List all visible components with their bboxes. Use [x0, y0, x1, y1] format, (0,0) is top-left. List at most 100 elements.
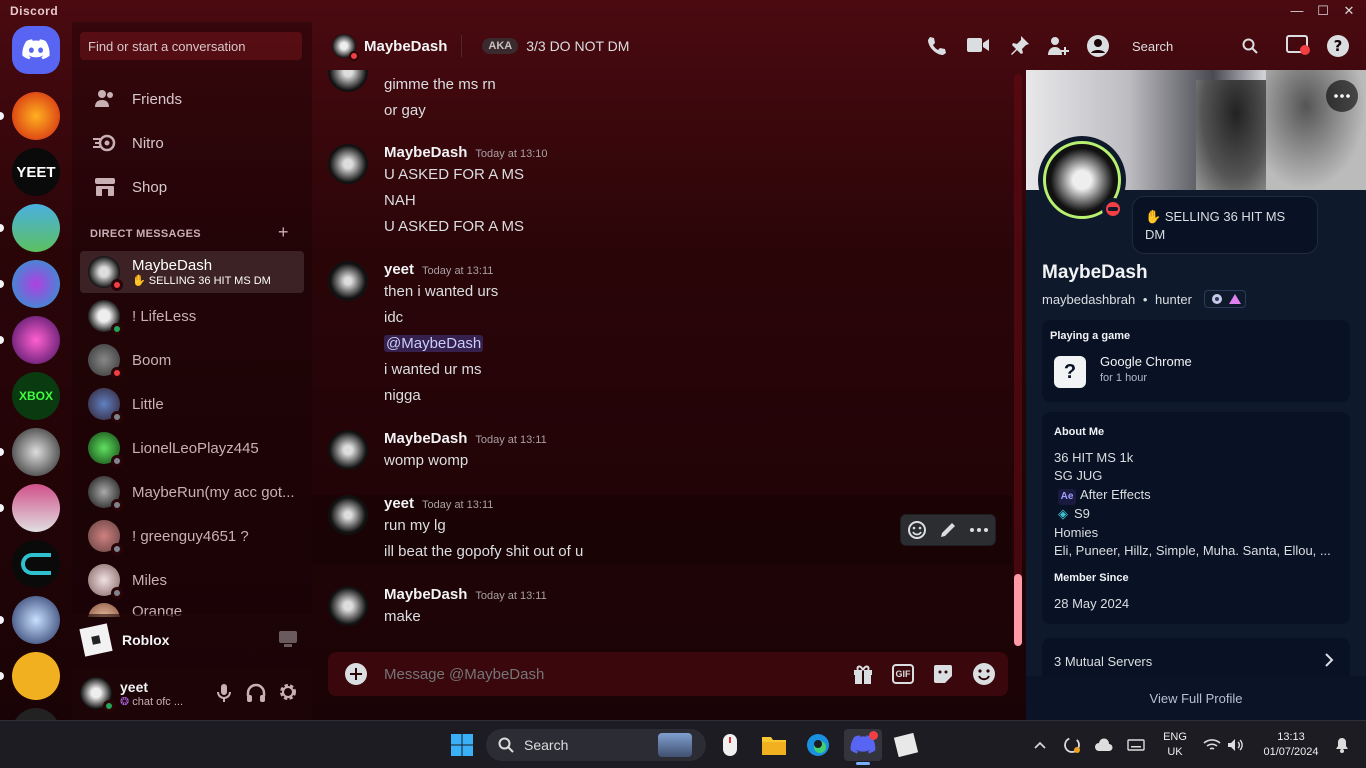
server-icon[interactable] [12, 540, 60, 588]
header-avatar [332, 34, 359, 61]
view-full-profile-button[interactable]: View Full Profile [1026, 676, 1366, 720]
server-icon[interactable] [12, 596, 60, 644]
message-timestamp: Today at 13:10 [475, 148, 548, 160]
nitro-icon [92, 131, 118, 155]
profile-avatar[interactable] [1038, 136, 1126, 224]
message-author[interactable]: yeet Today at 13:11 [384, 261, 493, 278]
server-icon[interactable] [12, 428, 60, 476]
update-sync-icon[interactable] [1056, 729, 1088, 761]
message-author[interactable]: MaybeDash Today at 13:10 [384, 144, 548, 161]
dm-item-miles[interactable]: Miles [80, 559, 304, 601]
system-clock[interactable]: 13:13 01/07/2024 [1256, 730, 1326, 760]
server-icon-yeet[interactable]: YEET [12, 148, 60, 196]
message-avatar[interactable] [328, 495, 368, 535]
message-text: run my lg [384, 517, 446, 534]
show-hidden-icons-chevron[interactable] [1024, 729, 1056, 761]
server-icon[interactable] [12, 484, 60, 532]
scrollbar-thumb[interactable] [1014, 574, 1022, 646]
file-explorer-icon[interactable] [758, 729, 790, 761]
server-icon-xbox[interactable]: XBOX [12, 372, 60, 420]
user-profile-icon[interactable] [1086, 34, 1110, 58]
unread-dot [0, 504, 4, 512]
app-title: Discord [10, 4, 59, 18]
discord-taskbar-icon[interactable] [844, 729, 882, 765]
voice-call-icon[interactable] [926, 35, 948, 57]
profile-more-options-icon[interactable] [1326, 80, 1358, 112]
about-line: Eli, Puneer, Hillz, Simple, Muha. Santa,… [1054, 543, 1331, 558]
search-highlight-icon [658, 733, 692, 757]
server-icon[interactable] [12, 708, 60, 720]
pinned-messages-icon[interactable] [1008, 35, 1030, 57]
profile-badges[interactable] [1203, 290, 1246, 308]
dm-item-mayberun[interactable]: MaybeRun(my acc got... [80, 471, 304, 513]
gift-icon[interactable] [852, 663, 874, 685]
nav-shop[interactable]: Shop [80, 166, 304, 208]
aka-value: 3/3 DO NOT DM [526, 38, 630, 54]
dm-search-button[interactable]: Find or start a conversation [80, 32, 302, 60]
emoji-icon[interactable] [972, 662, 996, 686]
mouse-app-icon[interactable] [714, 729, 746, 761]
user-avatar[interactable] [80, 677, 115, 712]
message-avatar[interactable] [328, 261, 368, 301]
nav-label: Friends [132, 90, 183, 108]
header-search-input[interactable]: Search [1122, 32, 1266, 60]
server-icon[interactable] [12, 316, 60, 364]
add-reaction-icon[interactable] [907, 520, 927, 540]
sticker-icon[interactable] [932, 663, 954, 685]
mutual-servers-label: 3 Mutual Servers [1054, 654, 1153, 669]
video-call-icon[interactable] [966, 36, 990, 54]
chat-scrollbar[interactable] [1014, 74, 1022, 646]
language-indicator[interactable]: ENG UK [1160, 730, 1190, 760]
upload-plus-icon[interactable] [344, 662, 368, 686]
message-timestamp: Today at 13:11 [475, 434, 547, 446]
server-icon[interactable] [12, 92, 60, 140]
dm-item-little[interactable]: Little [80, 383, 304, 425]
status-online-icon [103, 700, 115, 712]
settings-gear-icon[interactable] [278, 682, 298, 702]
message-text: womp womp [384, 452, 469, 469]
server-icon[interactable] [12, 204, 60, 252]
message-author[interactable]: MaybeDash Today at 13:11 [384, 586, 547, 603]
message-input[interactable] [384, 665, 824, 683]
nav-nitro[interactable]: Nitro [80, 122, 304, 164]
mic-icon[interactable] [216, 683, 232, 703]
message-author[interactable]: MaybeDash Today at 13:11 [384, 430, 547, 447]
message-avatar[interactable] [328, 70, 368, 92]
discord-home-icon[interactable] [12, 26, 60, 74]
windows-start-icon[interactable] [446, 729, 478, 761]
windows-taskbar: Search ENG UK 13:13 01/07/2024 [0, 720, 1366, 768]
create-dm-icon[interactable]: + [278, 222, 289, 243]
close-icon[interactable]: ✕ [1340, 2, 1358, 20]
dm-item-boom[interactable]: Boom [80, 339, 304, 381]
nav-friends[interactable]: Friends [80, 78, 304, 120]
edit-pencil-icon[interactable] [939, 521, 957, 539]
more-options-icon[interactable] [969, 527, 989, 533]
keyboard-icon[interactable] [1120, 729, 1152, 761]
cloud-icon[interactable] [1088, 729, 1120, 761]
edge-browser-icon[interactable] [802, 729, 834, 761]
message-avatar[interactable] [328, 430, 368, 470]
server-icon[interactable] [12, 652, 60, 700]
server-icon[interactable] [12, 260, 60, 308]
inbox-icon[interactable] [1286, 34, 1310, 56]
gif-picker-button[interactable]: GIF [892, 664, 914, 684]
message-author[interactable]: yeet Today at 13:11 [384, 495, 493, 512]
dm-item-lifeless[interactable]: ! LifeLess [80, 295, 304, 337]
stream-screen-icon[interactable] [278, 630, 298, 648]
maximize-icon[interactable]: ☐ [1314, 2, 1332, 20]
dm-item-maybedash[interactable]: MaybeDash ✋ SELLING 36 HIT MS DM [80, 251, 304, 293]
volume-icon[interactable] [1220, 729, 1252, 761]
add-friends-to-dm-icon[interactable] [1046, 35, 1070, 57]
message-avatar[interactable] [328, 144, 368, 184]
headphones-icon[interactable] [246, 683, 266, 703]
dm-item-greenguy4651[interactable]: ! greenguy4651 ? [80, 515, 304, 557]
message-text: U ASKED FOR A MS [384, 166, 525, 183]
user-mention[interactable]: @MaybeDash [384, 335, 484, 352]
taskbar-search[interactable]: Search [486, 729, 706, 761]
help-icon[interactable]: ? [1326, 34, 1350, 58]
notification-bell-icon[interactable] [1326, 729, 1358, 761]
dm-item-lionelleoplayz445[interactable]: LionelLeoPlayz445 [80, 427, 304, 469]
minimize-icon[interactable]: — [1288, 2, 1306, 20]
roblox-taskbar-icon[interactable] [890, 729, 922, 761]
message-avatar[interactable] [328, 586, 368, 626]
